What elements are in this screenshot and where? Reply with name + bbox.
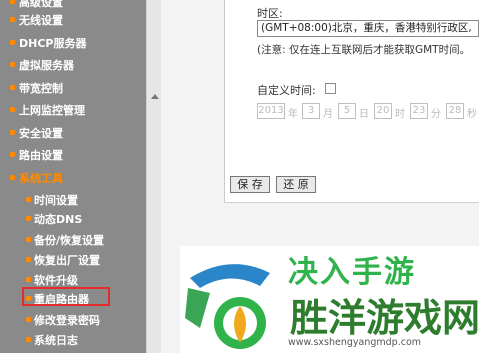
year-field[interactable]: 2013 — [257, 103, 285, 119]
sidebar-subitem-password[interactable]: 修改登录密码 — [0, 310, 146, 329]
bullet-icon — [10, 0, 15, 4]
bullet-icon — [10, 152, 15, 157]
sidebar-item-wireless[interactable]: 无线设置 — [0, 10, 146, 29]
restore-button[interactable]: 还 原 — [276, 176, 316, 193]
sidebar-item-virtual-server[interactable]: 虚拟服务器 — [0, 55, 146, 74]
month-unit: 月 — [323, 109, 333, 120]
sidebar-item-dhcp[interactable]: DHCP服务器 — [0, 33, 146, 52]
bullet-icon — [26, 257, 31, 262]
sidebar-item-routing[interactable]: 路由设置 — [0, 145, 146, 164]
save-button[interactable]: 保 存 — [230, 176, 270, 193]
sidebar-item-monitor[interactable]: 上网监控管理 — [0, 100, 146, 119]
bullet-icon — [26, 317, 31, 322]
day-field[interactable]: 5 — [338, 103, 356, 119]
bullet-icon — [10, 40, 15, 45]
bullet-icon — [10, 130, 15, 135]
sidebar-subitem-syslog[interactable]: 系统日志 — [0, 330, 146, 349]
sidebar-subitem-factory-reset[interactable]: 恢复出厂设置 — [0, 250, 146, 269]
watermark-site-name: 胜洋游戏网 — [290, 296, 479, 340]
watermark-logo-icon — [185, 264, 270, 349]
watermark-top-text: 决入手游 — [288, 255, 416, 287]
scroll-up-icon[interactable] — [151, 94, 159, 99]
second-field[interactable]: 28 — [446, 103, 464, 119]
bullet-icon — [10, 17, 15, 22]
bullet-icon — [10, 175, 15, 180]
day-unit: 日 — [359, 109, 369, 120]
minute-field[interactable]: 23 — [410, 103, 428, 119]
bullet-icon — [10, 62, 15, 67]
bullet-icon — [26, 237, 31, 242]
bullet-icon — [26, 277, 31, 282]
bullet-icon — [10, 85, 15, 90]
bullet-icon — [10, 107, 15, 112]
sidebar-subitem-backup[interactable]: 备份/恢复设置 — [0, 230, 146, 249]
hour-unit: 时 — [395, 109, 405, 120]
sidebar-item-bandwidth[interactable]: 带宽控制 — [0, 78, 146, 97]
sidebar-item-security[interactable]: 安全设置 — [0, 123, 146, 142]
content-divider — [224, 202, 479, 203]
reboot-highlight-box — [22, 287, 110, 306]
bullet-icon — [26, 216, 31, 221]
watermark-url: www.sxshengyangmdp.com — [288, 337, 422, 348]
bullet-icon — [26, 337, 31, 342]
timezone-label: 时区: — [257, 7, 283, 20]
year-unit: 年 — [288, 109, 298, 120]
hour-field[interactable]: 20 — [374, 103, 392, 119]
minute-unit: 分 — [431, 109, 441, 120]
sidebar-scrollbar[interactable] — [146, 0, 162, 353]
sidebar-subitem-ddns[interactable]: 动态DNS — [0, 209, 146, 228]
custom-time-checkbox[interactable] — [325, 83, 336, 94]
second-unit: 秒 — [467, 109, 477, 120]
gmt-note: (注意: 仅在连上互联网后才能获取GMT时间。 — [257, 44, 471, 56]
sidebar-subitem-time[interactable]: 时间设置 — [0, 190, 146, 209]
custom-time-label: 自定义时间: — [257, 84, 316, 97]
month-field[interactable]: 3 — [302, 103, 320, 119]
sidebar-item-system-tools[interactable]: 系统工具 — [0, 168, 146, 187]
timezone-select[interactable]: (GMT+08:00)北京，重庆，香港特别行政区, — [257, 20, 479, 37]
bullet-icon — [26, 197, 31, 202]
